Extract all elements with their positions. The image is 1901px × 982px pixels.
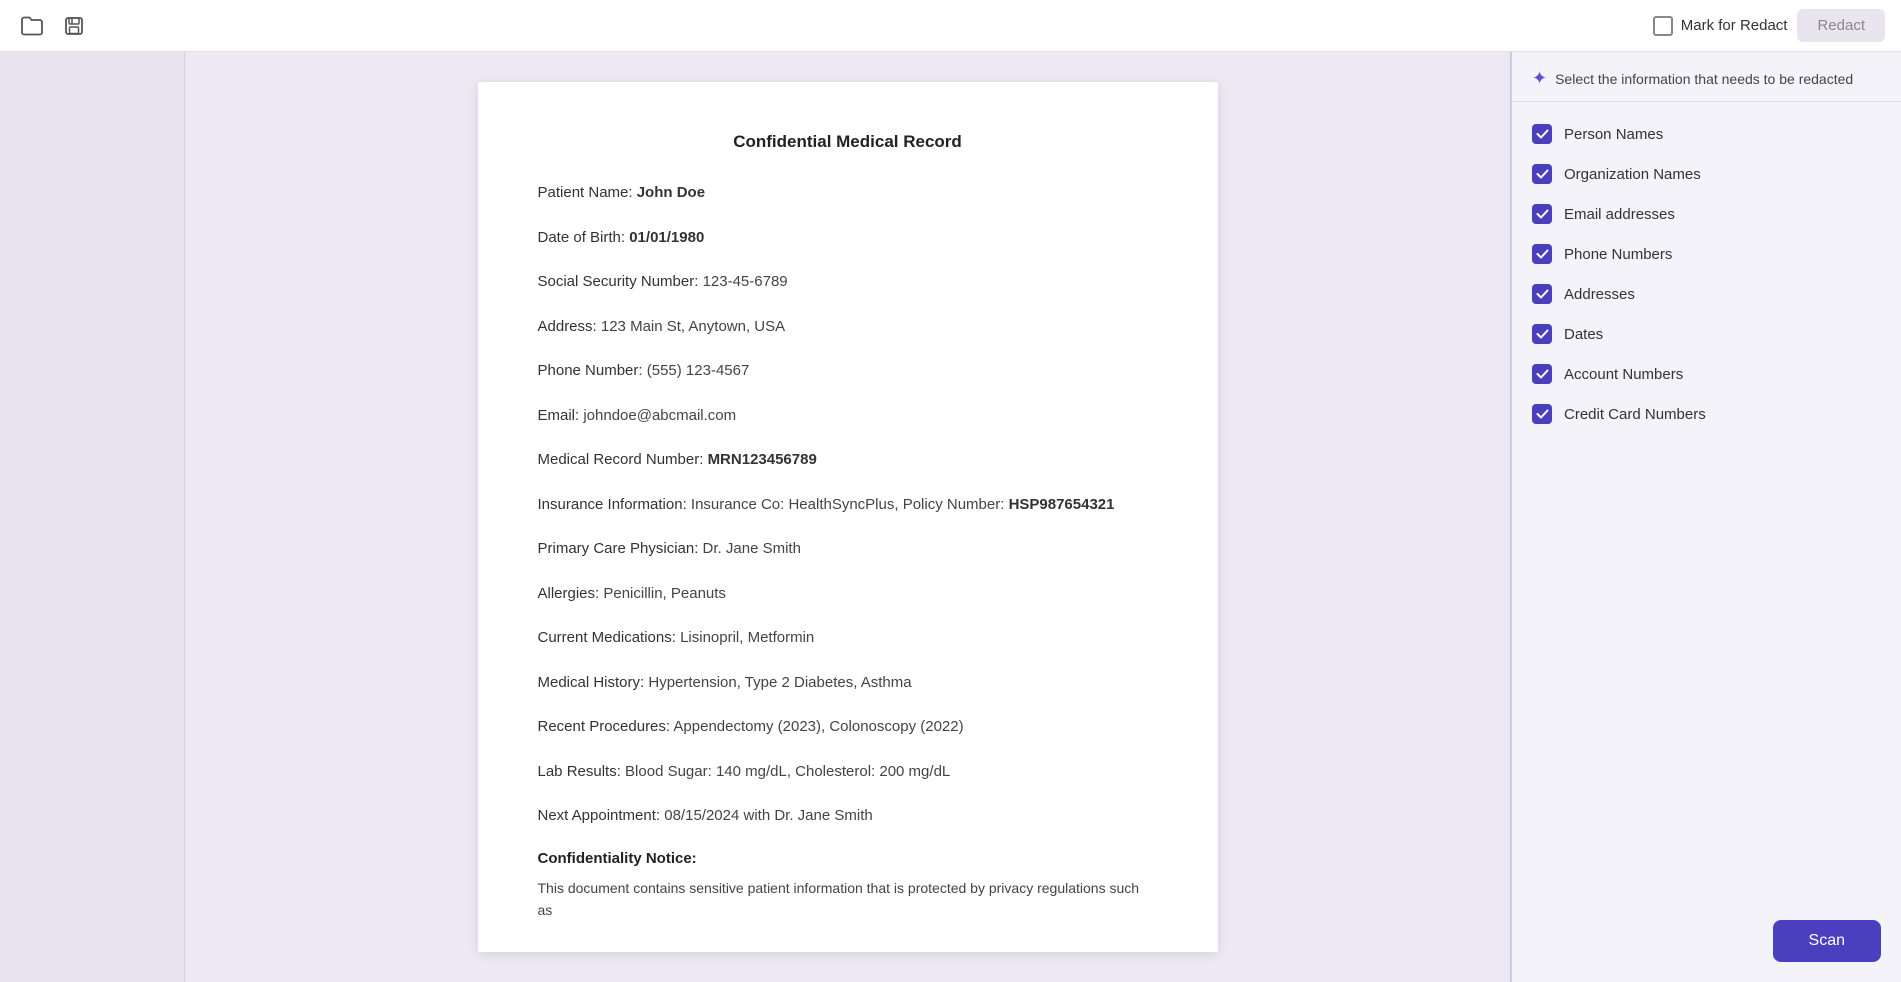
- checkmark-icon: [1536, 369, 1549, 379]
- checklist-label-credit-card-numbers: Credit Card Numbers: [1564, 406, 1706, 423]
- field-dob: Date of Birth: 01/01/1980: [538, 227, 1158, 250]
- toolbar: Mark for Redact Redact: [0, 0, 1901, 52]
- checklist-label-person-names: Person Names: [1564, 126, 1663, 143]
- confidentiality-text: This document contains sensitive patient…: [538, 877, 1158, 922]
- checkbox-email-addresses[interactable]: [1532, 204, 1552, 224]
- mark-redact-checkbox[interactable]: [1653, 16, 1673, 36]
- checklist-item-credit-card-numbers[interactable]: Credit Card Numbers: [1512, 394, 1901, 434]
- sparkle-icon: ✦: [1532, 68, 1547, 89]
- checklist-label-email-addresses: Email addresses: [1564, 206, 1675, 223]
- field-next-appointment: Next Appointment: 08/15/2024 with Dr. Ja…: [538, 805, 1158, 828]
- checkbox-credit-card-numbers[interactable]: [1532, 404, 1552, 424]
- field-email: Email: johndoe@abcmail.com: [538, 405, 1158, 428]
- field-procedures: Recent Procedures: Appendectomy (2023), …: [538, 716, 1158, 739]
- field-address: Address: 123 Main St, Anytown, USA: [538, 316, 1158, 339]
- document-page: Confidential Medical Record Patient Name…: [478, 82, 1218, 952]
- document-title: Confidential Medical Record: [538, 132, 1158, 152]
- field-mrn: Medical Record Number: MRN123456789: [538, 449, 1158, 472]
- save-icon: [64, 16, 84, 36]
- checklist-item-person-names[interactable]: Person Names: [1512, 114, 1901, 154]
- panel-header: ✦ Select the information that needs to b…: [1512, 52, 1901, 102]
- checkmark-icon: [1536, 329, 1549, 339]
- checkmark-icon: [1536, 209, 1549, 219]
- redact-button[interactable]: Redact: [1797, 9, 1885, 42]
- field-allergies: Allergies: Penicillin, Peanuts: [538, 583, 1158, 606]
- field-insurance: Insurance Information: Insurance Co: Hea…: [538, 494, 1158, 517]
- mark-redact-area: Mark for Redact: [1653, 16, 1788, 36]
- checklist-item-dates[interactable]: Dates: [1512, 314, 1901, 354]
- document-area: Confidential Medical Record Patient Name…: [185, 52, 1510, 982]
- save-button[interactable]: [58, 10, 90, 42]
- field-lab-results: Lab Results: Blood Sugar: 140 mg/dL, Cho…: [538, 761, 1158, 784]
- confidentiality-section: Confidentiality Notice: This document co…: [538, 850, 1158, 922]
- checkbox-addresses[interactable]: [1532, 284, 1552, 304]
- panel-footer: Scan: [1512, 900, 1901, 982]
- checkbox-account-numbers[interactable]: [1532, 364, 1552, 384]
- checklist-item-organization-names[interactable]: Organization Names: [1512, 154, 1901, 194]
- file-panel: [0, 52, 185, 982]
- checkbox-person-names[interactable]: [1532, 124, 1552, 144]
- checklist-item-account-numbers[interactable]: Account Numbers: [1512, 354, 1901, 394]
- checkmark-icon: [1536, 249, 1549, 259]
- checklist-label-addresses: Addresses: [1564, 286, 1635, 303]
- checklist-item-phone-numbers[interactable]: Phone Numbers: [1512, 234, 1901, 274]
- checklist-label-account-numbers: Account Numbers: [1564, 366, 1683, 383]
- checkmark-icon: [1536, 169, 1549, 179]
- checkbox-organization-names[interactable]: [1532, 164, 1552, 184]
- folder-button[interactable]: [16, 10, 48, 42]
- toolbar-left: [16, 10, 90, 42]
- panel-header-text: Select the information that needs to be …: [1555, 71, 1853, 87]
- folder-icon: [21, 16, 43, 36]
- mark-redact-label: Mark for Redact: [1681, 17, 1788, 34]
- checklist-label-dates: Dates: [1564, 326, 1603, 343]
- checklist-item-email-addresses[interactable]: Email addresses: [1512, 194, 1901, 234]
- checkbox-dates[interactable]: [1532, 324, 1552, 344]
- checklist-item-addresses[interactable]: Addresses: [1512, 274, 1901, 314]
- field-medications: Current Medications: Lisinopril, Metform…: [538, 627, 1158, 650]
- main-area: Confidential Medical Record Patient Name…: [0, 52, 1901, 982]
- field-patient-name: Patient Name: John Doe: [538, 182, 1158, 205]
- checkbox-phone-numbers[interactable]: [1532, 244, 1552, 264]
- field-ssn: Social Security Number: 123-45-6789: [538, 271, 1158, 294]
- checkmark-icon: [1536, 289, 1549, 299]
- right-panel: ✦ Select the information that needs to b…: [1511, 52, 1901, 982]
- toolbar-right: Mark for Redact Redact: [1653, 9, 1885, 42]
- checklist-label-organization-names: Organization Names: [1564, 166, 1701, 183]
- checkmark-icon: [1536, 409, 1549, 419]
- confidentiality-title: Confidentiality Notice:: [538, 850, 1158, 867]
- field-physician: Primary Care Physician: Dr. Jane Smith: [538, 538, 1158, 561]
- checklist-label-phone-numbers: Phone Numbers: [1564, 246, 1672, 263]
- scan-button[interactable]: Scan: [1773, 920, 1881, 962]
- field-phone: Phone Number: (555) 123-4567: [538, 360, 1158, 383]
- checklist: Person Names Organization Names Email ad…: [1512, 102, 1901, 900]
- field-medical-history: Medical History: Hypertension, Type 2 Di…: [538, 672, 1158, 695]
- checkmark-icon: [1536, 129, 1549, 139]
